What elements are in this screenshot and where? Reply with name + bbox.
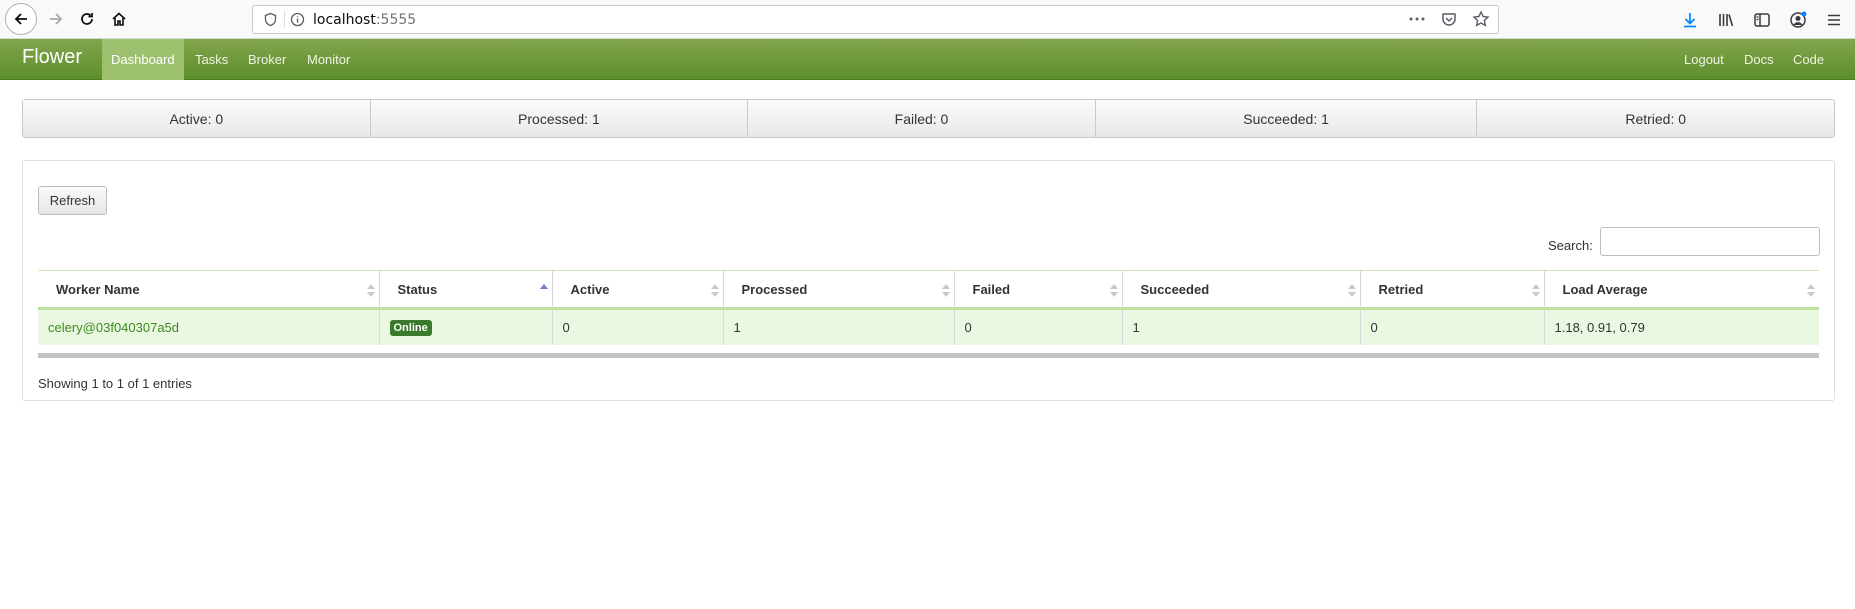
sort-icon <box>1347 284 1356 297</box>
url-separator <box>284 11 285 28</box>
home-button[interactable] <box>103 3 135 35</box>
workers-table: Worker Name Status Active Processed Fail… <box>38 270 1819 345</box>
menu-icon[interactable] <box>1825 11 1843 29</box>
sort-icon <box>366 284 375 297</box>
info-icon[interactable] <box>290 12 305 27</box>
sort-icon <box>941 284 950 297</box>
download-icon[interactable] <box>1681 11 1699 29</box>
stat-succeeded[interactable]: Succeeded: 1 <box>1095 100 1478 137</box>
search-label: Search: <box>1548 238 1593 253</box>
cell-status: Online <box>379 308 553 345</box>
cell-failed: 0 <box>954 308 1123 345</box>
arrow-left-icon <box>14 13 27 25</box>
nav-item-tasks[interactable]: Tasks <box>186 39 237 80</box>
table-info: Showing 1 to 1 of 1 entries <box>38 376 192 391</box>
cell-processed: 1 <box>723 308 955 345</box>
reload-button[interactable] <box>71 3 103 35</box>
nav-item-docs[interactable]: Docs <box>1735 39 1783 80</box>
col-header-retried[interactable]: Retried <box>1360 270 1545 310</box>
bookmark-star-icon[interactable] <box>1472 10 1490 28</box>
search-input[interactable] <box>1600 227 1820 256</box>
cell-active: 0 <box>552 308 724 345</box>
back-button[interactable] <box>5 3 37 35</box>
cell-worker-name: celery@03f040307a5d <box>38 308 380 345</box>
nav-item-monitor[interactable]: Monitor <box>298 39 359 80</box>
brand-logo[interactable]: Flower <box>22 46 82 69</box>
table-header-row: Worker Name Status Active Processed Fail… <box>38 270 1819 310</box>
sidebar-icon[interactable] <box>1753 11 1771 29</box>
cell-succeeded: 1 <box>1122 308 1361 345</box>
url-host: localhost <box>313 12 376 28</box>
workers-panel: Refresh Search: Worker Name Status Activ… <box>22 160 1835 401</box>
col-header-label: Processed <box>741 281 808 297</box>
table-row: celery@03f040307a5d Online 0 1 0 1 0 1.1… <box>38 308 1819 345</box>
arrow-right-icon <box>50 13 63 25</box>
cell-load-average: 1.18, 0.91, 0.79 <box>1544 308 1819 345</box>
stat-retried[interactable]: Retried: 0 <box>1477 100 1834 137</box>
col-header-failed[interactable]: Failed <box>954 270 1123 310</box>
shield-icon[interactable] <box>263 12 278 27</box>
col-header-processed[interactable]: Processed <box>723 270 955 310</box>
col-header-label: Worker Name <box>56 281 140 297</box>
col-header-label: Load Average <box>1562 281 1648 297</box>
col-header-label: Retried <box>1378 281 1424 297</box>
stat-failed[interactable]: Failed: 0 <box>748 100 1096 137</box>
url-actions <box>1408 10 1490 28</box>
worker-link[interactable]: celery@03f040307a5d <box>48 320 179 335</box>
col-header-worker-name[interactable]: Worker Name <box>38 270 380 310</box>
col-header-label: Status <box>397 281 438 297</box>
status-badge: Online <box>389 319 432 336</box>
stat-processed[interactable]: Processed: 1 <box>370 100 749 137</box>
navbar: Flower Dashboard Tasks Broker Monitor Lo… <box>0 39 1855 80</box>
sort-icon <box>710 284 719 297</box>
col-header-status[interactable]: Status <box>379 270 553 310</box>
pocket-icon[interactable] <box>1440 10 1458 28</box>
col-header-label: Succeeded <box>1140 281 1210 297</box>
cell-retried: 0 <box>1360 308 1545 345</box>
refresh-button[interactable]: Refresh <box>38 186 107 215</box>
account-icon[interactable] <box>1789 11 1807 29</box>
col-header-label: Failed <box>972 281 1011 297</box>
col-header-active[interactable]: Active <box>552 270 724 310</box>
reload-icon <box>81 13 93 25</box>
more-actions-icon[interactable] <box>1408 10 1426 28</box>
sort-icon <box>1531 284 1540 297</box>
browser-toolbar: localhost:5555 <box>0 0 1855 39</box>
nav-item-logout[interactable]: Logout <box>1675 39 1733 80</box>
col-header-label: Active <box>570 281 610 297</box>
table-scrollbar[interactable] <box>38 353 1819 358</box>
sort-ascending-icon <box>539 284 548 289</box>
col-header-succeeded[interactable]: Succeeded <box>1122 270 1361 310</box>
url-port: :5555 <box>375 12 417 28</box>
forward-button[interactable] <box>40 3 72 35</box>
col-header-load-average[interactable]: Load Average <box>1544 270 1819 310</box>
home-icon <box>112 12 126 26</box>
stat-active[interactable]: Active: 0 <box>23 100 371 137</box>
nav-item-broker[interactable]: Broker <box>239 39 295 80</box>
nav-item-dashboard[interactable]: Dashboard <box>102 39 184 80</box>
stats-bar: Active: 0 Processed: 1 Failed: 0 Succeed… <box>22 99 1835 138</box>
url-text[interactable]: localhost:5555 <box>313 12 416 28</box>
nav-item-code[interactable]: Code <box>1784 39 1833 80</box>
library-icon[interactable] <box>1717 11 1735 29</box>
sort-icon <box>1807 284 1815 297</box>
browser-toolbar-right <box>1681 0 1855 39</box>
sort-icon <box>1109 284 1118 297</box>
url-bar[interactable]: localhost:5555 <box>252 5 1499 34</box>
